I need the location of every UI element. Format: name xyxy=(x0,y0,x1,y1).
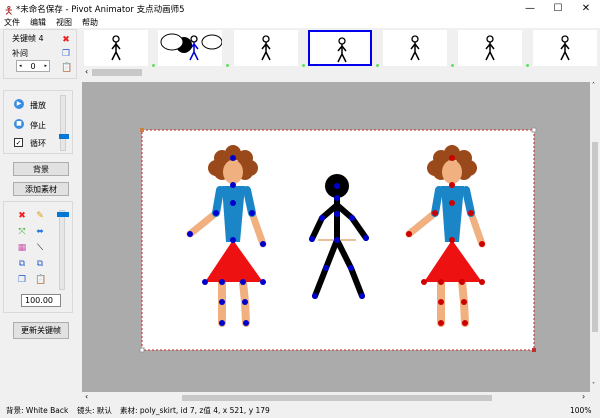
joint xyxy=(449,237,455,243)
joint xyxy=(406,231,412,237)
limb xyxy=(243,186,256,217)
joint xyxy=(260,241,266,247)
canvas-handle xyxy=(532,348,536,352)
keyframe-marker xyxy=(376,64,379,67)
keyframe-marker xyxy=(226,64,229,67)
face xyxy=(223,160,243,184)
limb xyxy=(462,186,475,217)
joint xyxy=(479,279,485,285)
joint xyxy=(309,236,315,242)
joint xyxy=(334,237,340,243)
joint xyxy=(219,279,225,285)
joint xyxy=(240,279,246,285)
joint xyxy=(449,200,455,206)
joint xyxy=(438,320,444,326)
joint xyxy=(468,210,474,216)
joint xyxy=(461,299,467,305)
joint xyxy=(334,183,340,189)
canvas-handle xyxy=(140,128,144,132)
joint xyxy=(230,182,236,188)
joint xyxy=(479,241,485,247)
joint xyxy=(359,293,365,299)
joint xyxy=(230,155,236,161)
joint xyxy=(230,200,236,206)
canvas-handle xyxy=(531,127,537,133)
status-bar: 背景: White Back 镜头: 默认 素材: poly_skirt, id… xyxy=(0,404,600,418)
joint xyxy=(312,293,318,299)
keyframe-marker xyxy=(451,64,454,67)
keyframe-marker xyxy=(302,64,305,67)
status-zoom: 100% xyxy=(570,406,592,415)
joint xyxy=(243,320,249,326)
joint xyxy=(438,279,444,285)
stage-canvas[interactable] xyxy=(0,0,600,418)
joint xyxy=(348,265,354,271)
joint xyxy=(449,155,455,161)
joint xyxy=(438,299,444,305)
status-sprite: 素材: poly_skirt, id 7, z值 4, x 521, y 179 xyxy=(120,406,270,415)
limb xyxy=(212,186,224,217)
face xyxy=(442,160,462,184)
joint xyxy=(230,237,236,243)
joint xyxy=(319,215,325,221)
joint xyxy=(260,279,266,285)
joint xyxy=(249,210,255,216)
joint xyxy=(202,279,208,285)
joint xyxy=(334,211,340,217)
joint xyxy=(213,210,219,216)
joint xyxy=(421,279,427,285)
status-background: 背景: White Back xyxy=(6,406,69,415)
status-camera: 镜头: 默认 xyxy=(77,406,112,415)
joint xyxy=(349,215,355,221)
keyframe-marker xyxy=(526,64,529,67)
joint xyxy=(219,299,225,305)
joint xyxy=(462,320,468,326)
joint xyxy=(449,182,455,188)
canvas-handle xyxy=(139,347,145,353)
joint xyxy=(432,210,438,216)
joint xyxy=(219,320,225,326)
limb xyxy=(431,186,443,217)
joint xyxy=(323,265,329,271)
joint xyxy=(187,231,193,237)
joint xyxy=(363,235,369,241)
joint xyxy=(242,299,248,305)
joint xyxy=(459,279,465,285)
joint xyxy=(334,195,340,201)
keyframe-marker xyxy=(152,64,155,67)
